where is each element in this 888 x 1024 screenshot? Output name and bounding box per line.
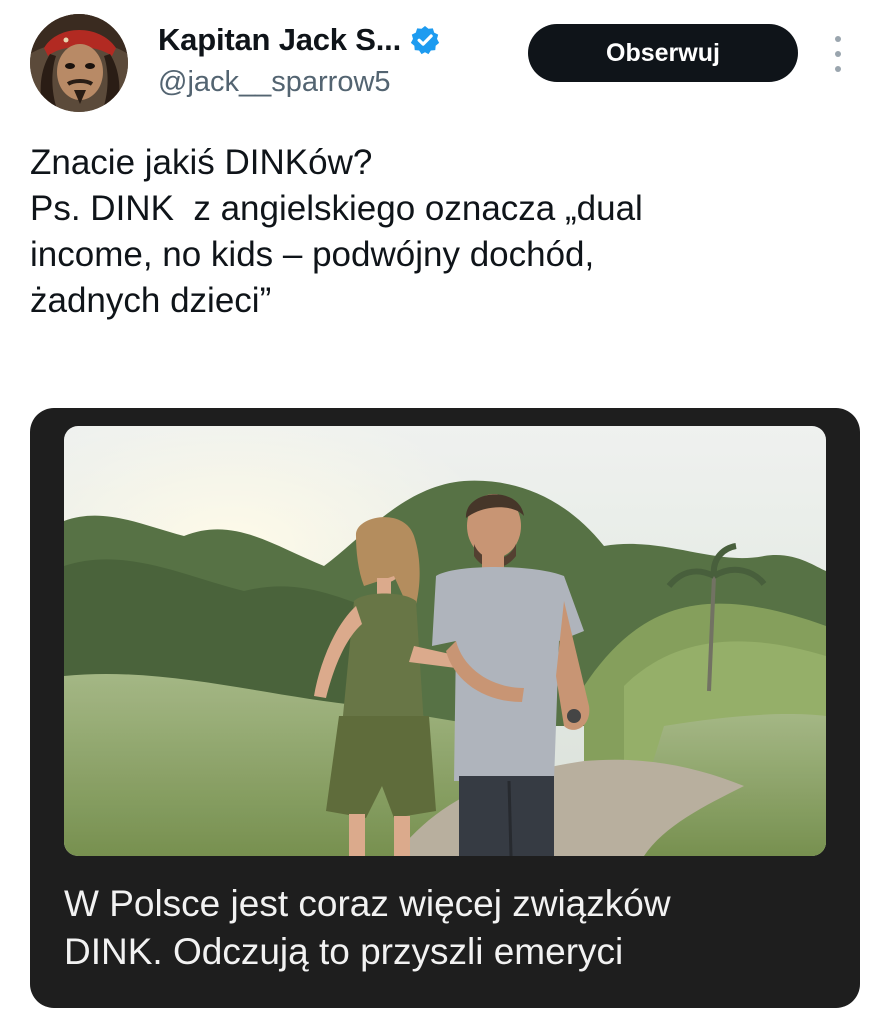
tweet-header: Kapitan Jack S... @jack__sparrow5 Obserw… (0, 0, 888, 130)
headline-line: W Polsce jest coraz więcej związków (64, 883, 671, 924)
tweet-line: income, no kids – podwójny dochód, (30, 235, 595, 274)
tweet-text: Znacie jakiś DINKów? Ps. DINK z angielsk… (30, 140, 860, 324)
tweet-line: Znacie jakiś DINKów? (30, 143, 373, 182)
more-vertical-icon[interactable] (830, 36, 846, 72)
tweet-line: Ps. DINK z angielskiego oznacza „dual (30, 189, 643, 228)
profile-avatar[interactable] (30, 14, 128, 112)
follow-button[interactable]: Obserwuj (528, 24, 798, 82)
author-handle[interactable]: @jack__sparrow5 (158, 66, 391, 99)
author-name-row[interactable]: Kapitan Jack S... (158, 18, 441, 62)
more-dot (835, 51, 841, 57)
link-preview-card[interactable]: W Polsce jest coraz więcej związków DINK… (30, 408, 860, 1008)
verified-badge-icon (410, 26, 440, 55)
avatar-image (30, 14, 128, 112)
tweet-line: żadnych dzieci” (30, 281, 272, 320)
headline-line: DINK. Odczują to przyszli emeryci (64, 931, 624, 972)
couple-walking-photo[interactable] (64, 426, 826, 856)
card-headline[interactable]: W Polsce jest coraz więcej związków DINK… (64, 880, 824, 976)
photo-illustration (64, 426, 826, 856)
more-dot (835, 66, 841, 72)
display-name[interactable]: Kapitan Jack S... (158, 22, 401, 58)
more-dot (835, 36, 841, 42)
